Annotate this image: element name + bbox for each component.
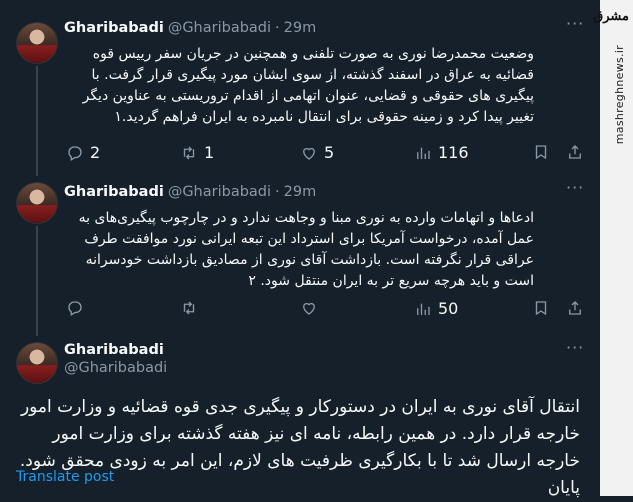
tweet-3-main[interactable]: Gharibabadi @Gharibabadi ··· انتقال آقای… (0, 332, 600, 498)
views-icon (417, 147, 430, 159)
like-icon (303, 147, 315, 160)
share-button[interactable] (566, 143, 584, 161)
share-icon (569, 145, 581, 159)
reply-icon (68, 145, 82, 161)
user-handle[interactable]: @Gharibabadi (168, 184, 271, 200)
display-name[interactable]: Gharibabadi (64, 20, 164, 36)
views-icon (417, 303, 430, 315)
display-name[interactable]: Gharibabadi (64, 342, 164, 358)
like-icon (303, 302, 315, 315)
retweet-icon (183, 146, 195, 159)
retweet-count: 1 (204, 143, 215, 162)
tweet-header: Gharibabadi @Gharibabadi · 29m (64, 184, 316, 200)
views-count: 116 (438, 143, 469, 162)
more-icon[interactable]: ··· (566, 338, 584, 357)
more-icon[interactable]: ··· (566, 14, 584, 33)
more-icon[interactable]: ··· (566, 178, 584, 197)
tweet-text: وضعیت محمدرضا نوری به صورت تلفنی و همچنی… (82, 46, 534, 125)
views-button[interactable]: 50 (414, 299, 458, 318)
tweet-2[interactable]: Gharibabadi @Gharibabadi · 29m ··· ادعاه… (0, 172, 600, 336)
tweet-header: Gharibabadi @Gharibabadi (64, 342, 167, 376)
avatar[interactable] (16, 342, 58, 384)
bookmark-button[interactable] (532, 299, 550, 317)
separator-dot: · (275, 184, 280, 200)
reply-button[interactable] (66, 299, 90, 317)
thread-line (36, 226, 38, 336)
user-handle[interactable]: @Gharibabadi (168, 20, 271, 36)
avatar[interactable] (16, 182, 58, 224)
like-button[interactable]: 5 (300, 143, 334, 162)
timestamp[interactable]: 29m (284, 184, 317, 200)
share-button[interactable] (566, 299, 584, 317)
like-count: 5 (324, 143, 335, 162)
bookmark-icon (535, 301, 547, 316)
user-handle[interactable]: @Gharibabadi (64, 360, 167, 376)
watermark-sidebar: مشرق mashreghnews.ir (593, 0, 633, 496)
tweet-text: انتقال آقای نوری به ایران در دستورکار و … (19, 397, 580, 498)
separator-dot: · (275, 20, 280, 36)
share-icon (569, 301, 581, 315)
bookmark-button[interactable] (532, 143, 550, 161)
avatar[interactable] (16, 22, 58, 64)
retweet-icon (183, 301, 195, 315)
tweet-1[interactable]: Gharibabadi @Gharibabadi · 29m ··· وضعیت… (0, 0, 600, 176)
tweet-text: ادعاها و اتهامات وارده به نوری مبنا و وج… (78, 210, 534, 289)
reply-count: 2 (90, 143, 101, 162)
tweet-header: Gharibabadi @Gharibabadi · 29m (64, 20, 316, 36)
site-url: mashreghnews.ir (613, 45, 626, 145)
bookmark-icon (535, 145, 547, 160)
site-logo: مشرق (593, 9, 629, 24)
display-name[interactable]: Gharibabadi (64, 184, 164, 200)
views-count: 50 (438, 299, 459, 318)
reply-button[interactable]: 2 (66, 143, 100, 162)
retweet-button[interactable] (180, 299, 204, 317)
views-button[interactable]: 116 (414, 143, 469, 162)
timestamp[interactable]: 29m (284, 20, 317, 36)
retweet-button[interactable]: 1 (180, 143, 214, 162)
like-button[interactable] (300, 299, 324, 317)
translate-post-link[interactable]: Translate post (16, 469, 114, 485)
thread-line (36, 66, 38, 176)
reply-icon (68, 301, 82, 316)
